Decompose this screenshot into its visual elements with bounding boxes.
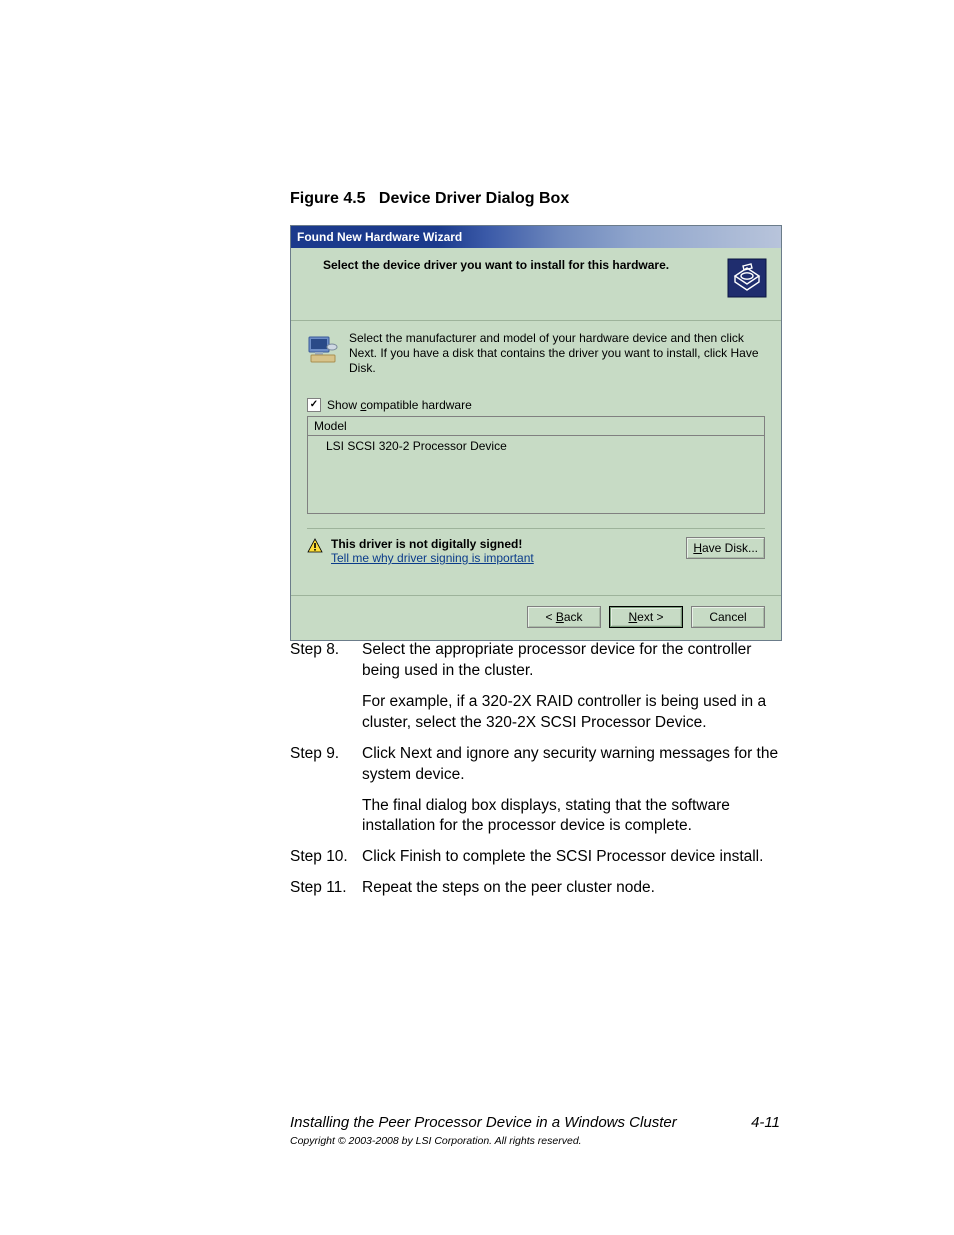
figure-label: Figure 4.5	[290, 190, 366, 207]
step-label: Step 10.	[290, 847, 362, 868]
step-body: Repeat the steps on the peer cluster nod…	[362, 878, 780, 899]
dialog-header: Select the device driver you want to ins…	[291, 248, 781, 321]
dialog-body: Select the manufacturer and model of you…	[291, 321, 781, 595]
show-compatible-row[interactable]: ✓ Show compatible hardware	[307, 398, 765, 412]
next-button[interactable]: Next >	[609, 606, 683, 628]
instruction-text: Select the manufacturer and model of you…	[349, 331, 765, 376]
steps: Step 8. Select the appropriate processor…	[290, 640, 780, 909]
step-8-cont: For example, if a 320-2X RAID controller…	[362, 692, 780, 734]
model-list[interactable]: Model LSI SCSI 320-2 Processor Device	[307, 416, 765, 514]
step-9: Step 9. Click Next and ignore any securi…	[290, 744, 780, 786]
signing-left: This driver is not digitally signed! Tel…	[307, 537, 534, 565]
divider	[307, 528, 765, 529]
footer-title-row: Installing the Peer Processor Device in …	[290, 1114, 780, 1131]
step-body: Click Finish to complete the SCSI Proces…	[362, 847, 780, 868]
figure-title: Device Driver Dialog Box	[379, 190, 569, 207]
step-10: Step 10. Click Finish to complete the SC…	[290, 847, 780, 868]
back-button[interactable]: < Back	[527, 606, 601, 628]
figure-caption: Figure 4.5 Device Driver Dialog Box	[290, 190, 569, 208]
step-8: Step 8. Select the appropriate processor…	[290, 640, 780, 682]
cancel-button[interactable]: Cancel	[691, 606, 765, 628]
dialog-title-text: Found New Hardware Wizard	[297, 230, 462, 244]
footer-copyright: Copyright © 2003-2008 by LSI Corporation…	[290, 1135, 780, 1147]
step-body: Click Next and ignore any security warni…	[362, 744, 780, 786]
signing-text: This driver is not digitally signed! Tel…	[331, 537, 534, 565]
instruction-row: Select the manufacturer and model of you…	[307, 331, 765, 376]
step-label: Step 9.	[290, 744, 362, 786]
driver-dialog: Found New Hardware Wizard Select the dev…	[290, 225, 782, 641]
driver-disk-icon	[727, 258, 767, 298]
step-label: Step 8.	[290, 640, 362, 682]
step-9-cont: The final dialog box displays, stating t…	[362, 796, 780, 838]
footer-page-number: 4-11	[751, 1114, 780, 1131]
dialog-footer: < Back Next > Cancel	[291, 595, 781, 640]
signing-not-signed: This driver is not digitally signed!	[331, 537, 534, 551]
dialog-titlebar: Found New Hardware Wizard	[291, 226, 781, 248]
model-list-header: Model	[308, 417, 764, 436]
signing-row: This driver is not digitally signed! Tel…	[307, 537, 765, 565]
signing-link[interactable]: Tell me why driver signing is important	[331, 551, 534, 565]
show-compatible-checkbox[interactable]: ✓	[307, 398, 321, 412]
footer-section: Installing the Peer Processor Device in …	[290, 1114, 677, 1131]
step-label: Step 11.	[290, 878, 362, 899]
computer-icon	[307, 333, 339, 365]
model-list-item[interactable]: LSI SCSI 320-2 Processor Device	[308, 436, 764, 456]
step-11: Step 11. Repeat the steps on the peer cl…	[290, 878, 780, 899]
show-compatible-label: Show compatible hardware	[327, 398, 472, 412]
page-footer: Installing the Peer Processor Device in …	[290, 1114, 780, 1147]
have-disk-button[interactable]: Have Disk...	[686, 537, 765, 559]
warning-icon	[307, 538, 323, 554]
dialog-header-text: Select the device driver you want to ins…	[323, 258, 693, 272]
step-body: Select the appropriate processor device …	[362, 640, 780, 682]
